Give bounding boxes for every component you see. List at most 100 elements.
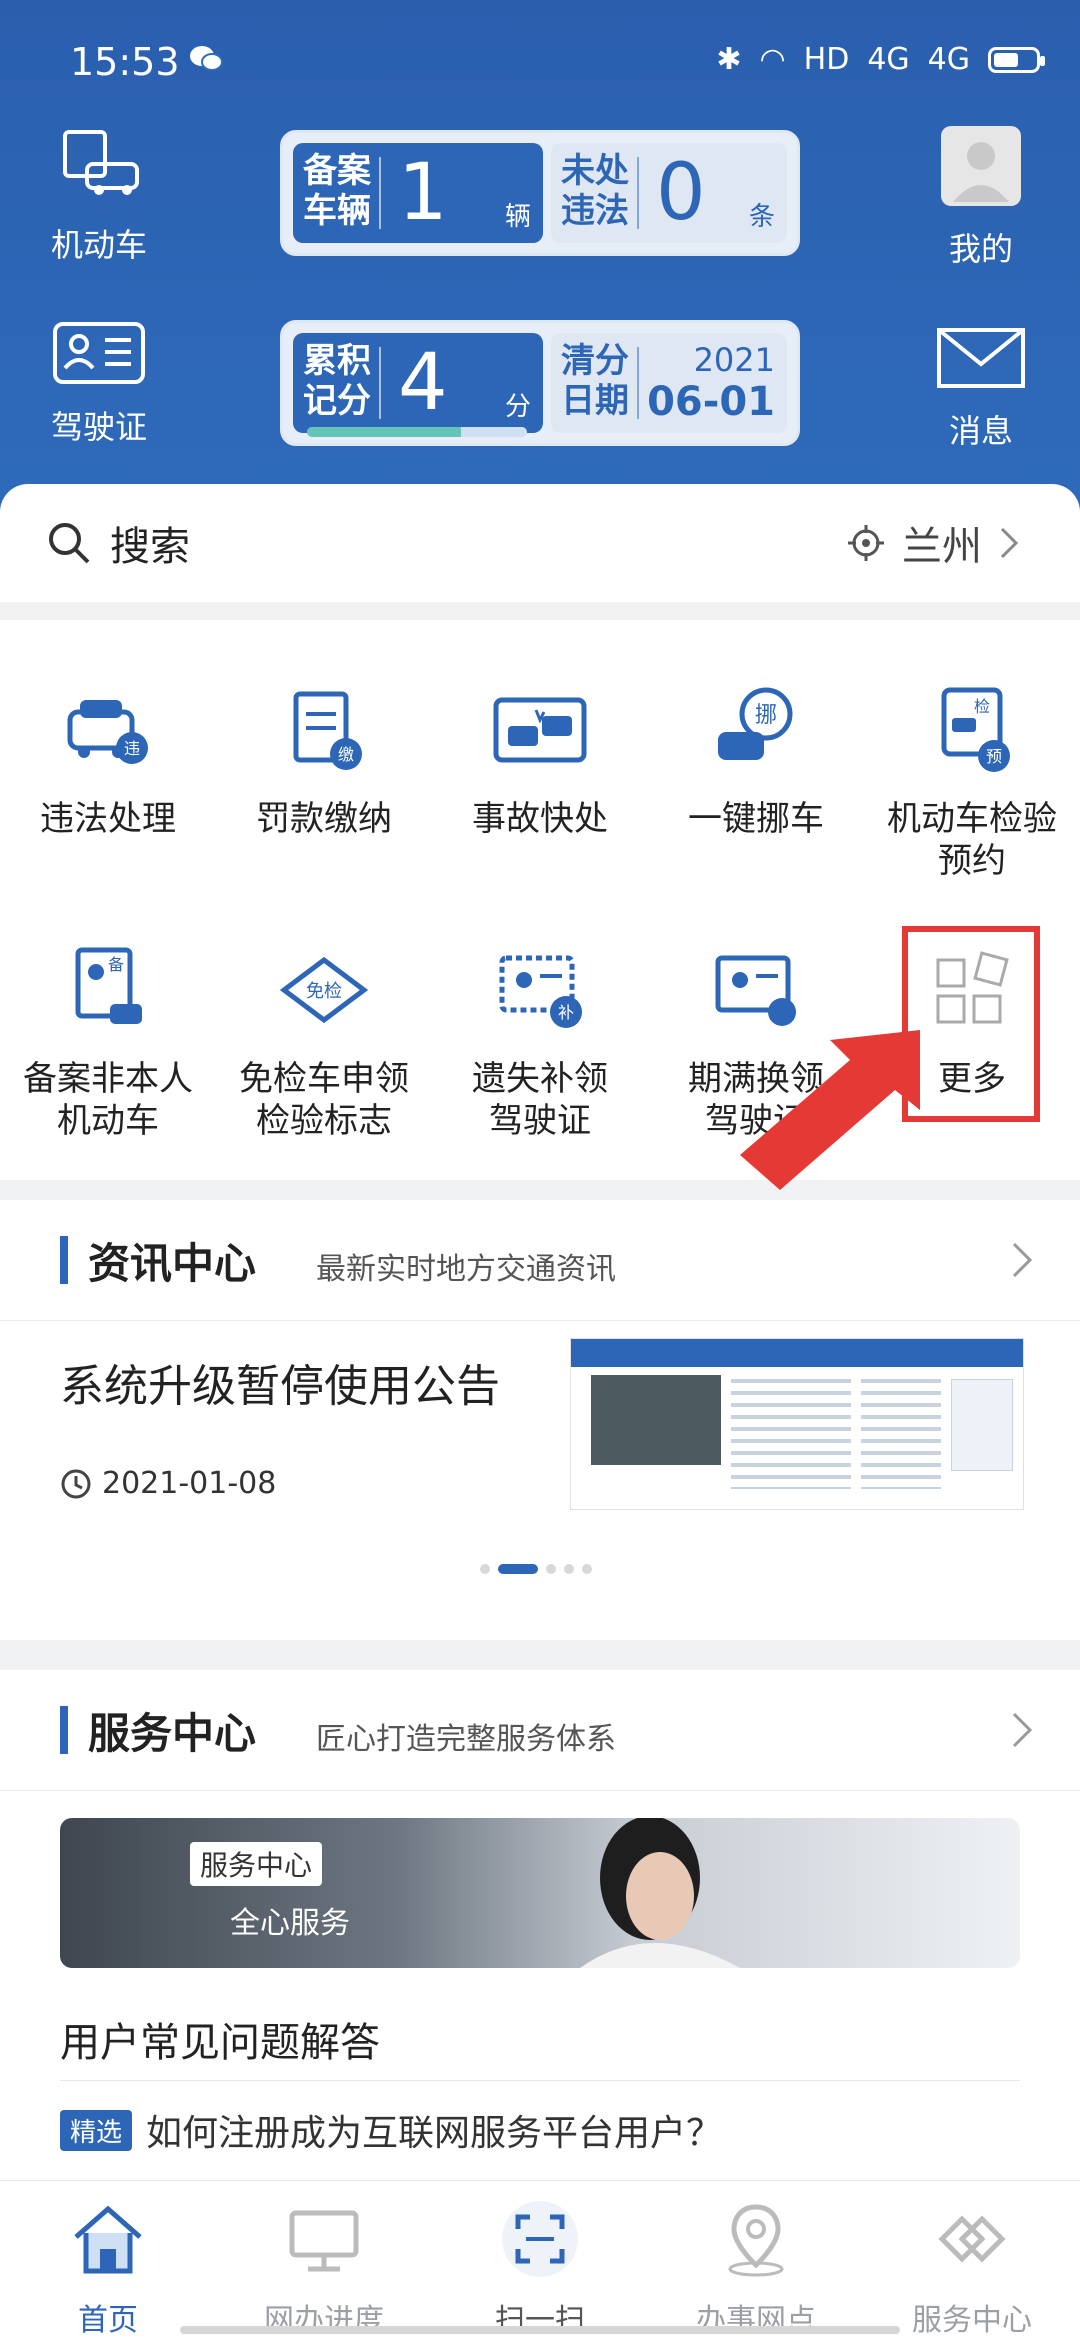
license-button[interactable]: 驾驶证: [14, 320, 184, 448]
violation-car-icon: 违: [67, 700, 148, 764]
svg-text:预: 预: [986, 747, 1002, 766]
clock-icon: [61, 1469, 91, 1498]
accumulated-points[interactable]: 累积记分 4 分: [293, 333, 543, 433]
message-label: 消息: [948, 412, 1013, 450]
vehicle-button[interactable]: 机动车: [14, 124, 184, 266]
news-title: 资讯中心: [88, 1239, 257, 1288]
section-bar: [60, 1236, 68, 1284]
service-label: 遗失补领驾驶证: [472, 1059, 608, 1141]
locate-icon: [848, 525, 884, 561]
points-progress-bar: [307, 427, 527, 437]
service-label: 备案非本人机动车: [23, 1059, 193, 1141]
location-pin-icon: [728, 2204, 784, 2277]
thumbnail-login: [951, 1379, 1013, 1471]
news-subtitle: 最新实时地方交通资讯: [316, 1252, 616, 1287]
tab-service-center[interactable]: 服务中心: [864, 2199, 1080, 2339]
inspection-appointment-icon: 检预: [941, 687, 1010, 772]
tab-progress[interactable]: 网办进度: [216, 2199, 432, 2339]
search-input[interactable]: 搜索: [110, 514, 190, 572]
service-inspection[interactable]: 检预 机动车检验预约: [864, 680, 1080, 882]
news-section: 资讯中心 最新实时地方交通资讯 系统升级暂停使用公告 2021-01-08: [0, 1200, 1080, 1640]
faq-tag: 精选: [60, 2109, 133, 2151]
carousel-dot[interactable]: [546, 1564, 556, 1574]
service-violation[interactable]: 违 违法处理: [0, 680, 216, 840]
service-exempt[interactable]: 免检 免检车申领检验标志: [216, 940, 432, 1142]
battery-icon: [988, 46, 1045, 73]
thumbnail-list: [731, 1379, 851, 1489]
points-card[interactable]: 累积记分 4 分 清分日期 2021 06-01: [280, 320, 800, 446]
car-calendar-icon: [63, 130, 139, 195]
divider: [379, 347, 381, 419]
faq-question: 如何注册成为互联网服务平台用户？: [146, 2113, 723, 2154]
svg-text:缴: 缴: [338, 745, 354, 764]
accident-icon: [493, 697, 587, 763]
news-header[interactable]: 资讯中心 最新实时地方交通资讯: [0, 1200, 1080, 1321]
registered-vehicles-unit: 辆: [504, 202, 531, 232]
carousel-dots: [480, 1564, 592, 1574]
news-date: 2021-01-08: [60, 1466, 276, 1501]
tab-bar: 首页 网办进度 扫一扫 办事网点 服务中心: [0, 2180, 1080, 2341]
registered-vehicles[interactable]: 备案车辆 1 辆: [293, 143, 543, 243]
scan-icon: [502, 2201, 578, 2277]
service-label: 事故快处: [472, 799, 608, 839]
replace-license-icon: 补: [499, 955, 582, 1028]
service-filing[interactable]: 备 备案非本人机动车: [0, 940, 216, 1142]
service-banner[interactable]: 服务中心 全心服务: [60, 1818, 1020, 1968]
tab-outlets[interactable]: 办事网点: [648, 2199, 864, 2339]
header: 15:53 ✱ ◠ HD 4G 4G 机动车 驾驶证 我的 消息 备案车辆 1 …: [0, 0, 1080, 520]
tab-home[interactable]: 首页: [0, 2199, 216, 2339]
clear-date-year: 2021: [693, 341, 775, 379]
divider: [637, 347, 639, 419]
pending-violations-unit: 条: [748, 202, 775, 232]
message-button[interactable]: 消息: [896, 326, 1066, 452]
id-card-icon: [53, 322, 145, 384]
pending-violations[interactable]: 未处违法 0 条: [551, 143, 787, 243]
service-center-title: 服务中心: [88, 1709, 257, 1758]
service-label: 免检车申领检验标志: [239, 1059, 409, 1141]
carousel-dot[interactable]: [498, 1564, 538, 1574]
chevron-right-icon: [1000, 527, 1019, 559]
red-arrow-icon: [740, 1030, 920, 1190]
thumbnail-list: [861, 1379, 941, 1489]
signal-label-2: 4G: [927, 42, 970, 77]
service-label: 一键挪车: [688, 799, 824, 839]
search-bar[interactable]: 搜索 兰州: [0, 484, 1080, 602]
points-progress-fill: [307, 427, 461, 437]
fine-payment-icon: 缴: [293, 691, 362, 770]
carousel-dot[interactable]: [564, 1564, 574, 1574]
move-car-icon: 挪: [718, 687, 793, 760]
service-move-car[interactable]: 挪 一键挪车: [648, 680, 864, 840]
service-center-header[interactable]: 服务中心 匠心打造完整服务体系: [0, 1670, 1080, 1791]
news-headline[interactable]: 系统升级暂停使用公告: [60, 1350, 500, 1414]
vehicle-violation-card[interactable]: 备案车辆 1 辆 未处违法 0 条: [280, 130, 800, 256]
carousel-dot[interactable]: [582, 1564, 592, 1574]
tab-scan[interactable]: 扫一扫: [432, 2199, 648, 2339]
divider: [379, 157, 381, 229]
faq-item[interactable]: 精选 如何注册成为互联网服务平台用户？: [60, 2100, 1020, 2160]
battery-fill: [994, 52, 1018, 67]
city-selector[interactable]: 兰州: [846, 514, 1020, 572]
service-accident[interactable]: 事故快处: [432, 680, 648, 840]
thumbnail-photo: [591, 1375, 721, 1465]
service-fine[interactable]: 缴 罚款缴纳: [216, 680, 432, 840]
banner-text: 全心服务: [230, 1906, 350, 1941]
service-replace-license[interactable]: 补 遗失补领驾驶证: [432, 940, 648, 1142]
news-date-text: 2021-01-08: [102, 1466, 277, 1501]
clear-date-title: 清分日期: [561, 341, 629, 421]
carousel-dot[interactable]: [480, 1564, 490, 1574]
svg-text:备: 备: [108, 955, 124, 974]
registered-vehicles-title: 备案车辆: [303, 151, 371, 231]
chevron-right-icon: [1012, 1712, 1033, 1748]
thumbnail-header: [571, 1339, 1023, 1367]
clear-date[interactable]: 清分日期 2021 06-01: [551, 333, 787, 433]
faq-title[interactable]: 用户常见问题解答: [60, 2010, 380, 2068]
vehicle-label: 机动车: [50, 226, 147, 264]
license-label: 驾驶证: [50, 408, 147, 446]
service-center-subtitle: 匠心打造完整服务体系: [316, 1722, 616, 1757]
avatar-icon: [941, 126, 1021, 206]
my-profile-button[interactable]: 我的: [896, 124, 1066, 270]
envelope-icon: [937, 328, 1025, 388]
status-icons: ✱ ◠ HD 4G 4G: [716, 42, 1045, 77]
network-label: HD: [803, 42, 850, 77]
news-thumbnail[interactable]: [570, 1338, 1024, 1510]
